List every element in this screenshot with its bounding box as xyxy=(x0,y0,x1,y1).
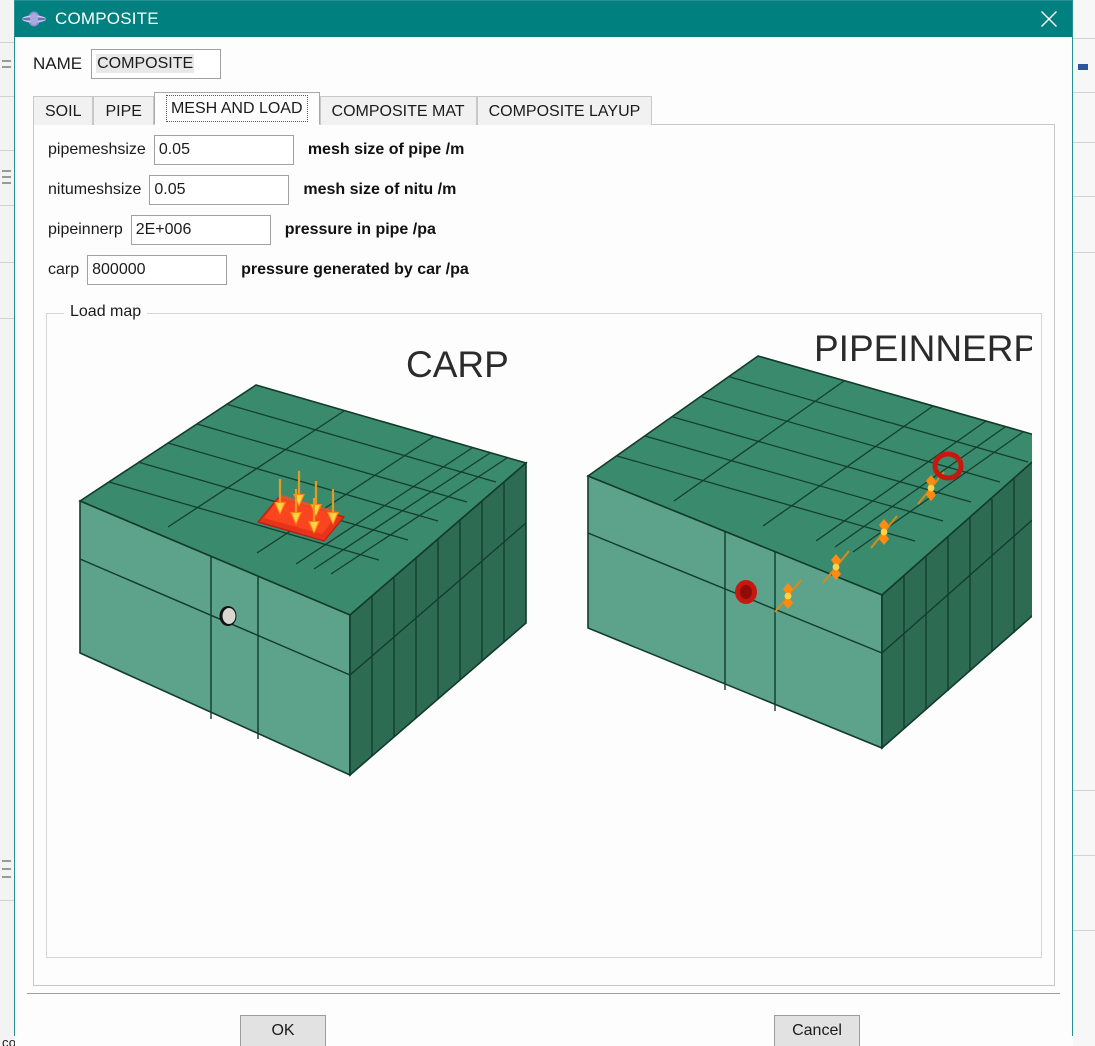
tabstrip: SOIL PIPE MESH AND LOAD COMPOSITE MAT CO… xyxy=(33,92,1055,125)
dialog-buttonbar: OK Cancel xyxy=(15,986,1072,1046)
field-row-pipeinnerp: pipeinnerp 2E+006 pressure in pipe /pa xyxy=(48,215,1054,245)
tab-composite-mat-label: COMPOSITE MAT xyxy=(331,103,465,120)
tab-mesh-and-load[interactable]: MESH AND LOAD xyxy=(153,92,320,125)
tab-composite-layup[interactable]: COMPOSITE LAYUP xyxy=(476,96,653,125)
load-map-illustration: CARP PIPEINNERP xyxy=(78,328,1032,777)
pipeinnerp-input[interactable]: 2E+006 xyxy=(130,215,271,245)
carp-label: carp xyxy=(48,261,80,278)
pipemeshsize-value: 0.05 xyxy=(158,141,190,158)
pipeinnerp-description: pressure in pipe /pa xyxy=(284,221,436,238)
background-window-right xyxy=(1073,0,1095,1046)
pipe-opening-marker-right xyxy=(735,580,757,604)
pipemeshsize-description: mesh size of pipe /m xyxy=(307,141,465,158)
pipe-opening-marker xyxy=(219,606,237,626)
tab-mesh-and-load-label: MESH AND LOAD xyxy=(165,95,308,122)
pipemeshsize-input[interactable]: 0.05 xyxy=(153,135,294,165)
tab-pipe[interactable]: PIPE xyxy=(93,96,154,125)
carp-description: pressure generated by car /pa xyxy=(241,261,469,278)
carp-input[interactable]: 800000 xyxy=(87,255,228,285)
pipeinnerp-label: pipeinnerp xyxy=(48,221,123,238)
background-window-left xyxy=(0,0,14,1046)
name-input[interactable]: COMPOSITE xyxy=(91,49,222,79)
model-caption-carp: CARP xyxy=(406,344,509,385)
tab-soil-label: SOIL xyxy=(45,103,82,120)
name-row: NAME COMPOSITE xyxy=(33,49,1072,79)
model-caption-pipeinnerp: PIPEINNERP xyxy=(814,328,1032,369)
name-label: NAME xyxy=(33,54,83,73)
dialog-title: COMPOSITE xyxy=(55,9,159,28)
tab-soil[interactable]: SOIL xyxy=(33,96,94,125)
carp-value: 800000 xyxy=(92,261,146,278)
screen: connected COMPOSITE xyxy=(0,0,1095,1046)
tab-composite-layup-label: COMPOSITE LAYUP xyxy=(488,103,641,120)
composite-app-icon xyxy=(21,8,47,30)
field-row-pipemeshsize: pipemeshsize 0.05 mesh size of pipe /m xyxy=(48,135,1054,165)
pipemeshsize-label: pipemeshsize xyxy=(48,141,146,158)
dialog-body: NAME COMPOSITE SOIL PIPE MESH AND LOAD C… xyxy=(15,37,1072,986)
cancel-button[interactable]: Cancel xyxy=(774,1015,860,1046)
nitumeshsize-value: 0.05 xyxy=(154,181,186,198)
field-row-nitumeshsize: nitumeshsize 0.05 mesh size of nitu /m xyxy=(48,175,1054,205)
close-icon[interactable] xyxy=(1026,1,1072,37)
dialog-titlebar: COMPOSITE xyxy=(15,1,1072,37)
field-row-carp: carp 800000 pressure generated by car /p… xyxy=(48,255,1054,285)
model-pipeinnerp: PIPEINNERP xyxy=(586,328,1032,750)
nitumeshsize-description: mesh size of nitu /m xyxy=(303,181,457,198)
name-input-value: COMPOSITE xyxy=(96,54,195,73)
tabpage-mesh-and-load: pipemeshsize 0.05 mesh size of pipe /m n… xyxy=(33,125,1055,986)
pipeinnerp-value: 2E+006 xyxy=(135,221,192,238)
load-map-canvas: CARP PIPEINNERP xyxy=(56,323,1032,948)
tab-pipe-label: PIPE xyxy=(105,103,142,120)
nitumeshsize-label: nitumeshsize xyxy=(48,181,142,198)
nitumeshsize-input[interactable]: 0.05 xyxy=(149,175,290,205)
separator xyxy=(27,993,1060,994)
model-carp: CARP xyxy=(78,344,528,777)
load-map-legend: Load map xyxy=(64,303,148,321)
tab-composite-mat[interactable]: COMPOSITE MAT xyxy=(319,96,477,125)
load-map-groupbox: Load map CARP PIPEINNERP xyxy=(46,303,1042,958)
composite-dialog: COMPOSITE NAME COMPOSITE SOIL PIPE MESH … xyxy=(14,0,1073,1046)
ok-button[interactable]: OK xyxy=(240,1015,326,1046)
